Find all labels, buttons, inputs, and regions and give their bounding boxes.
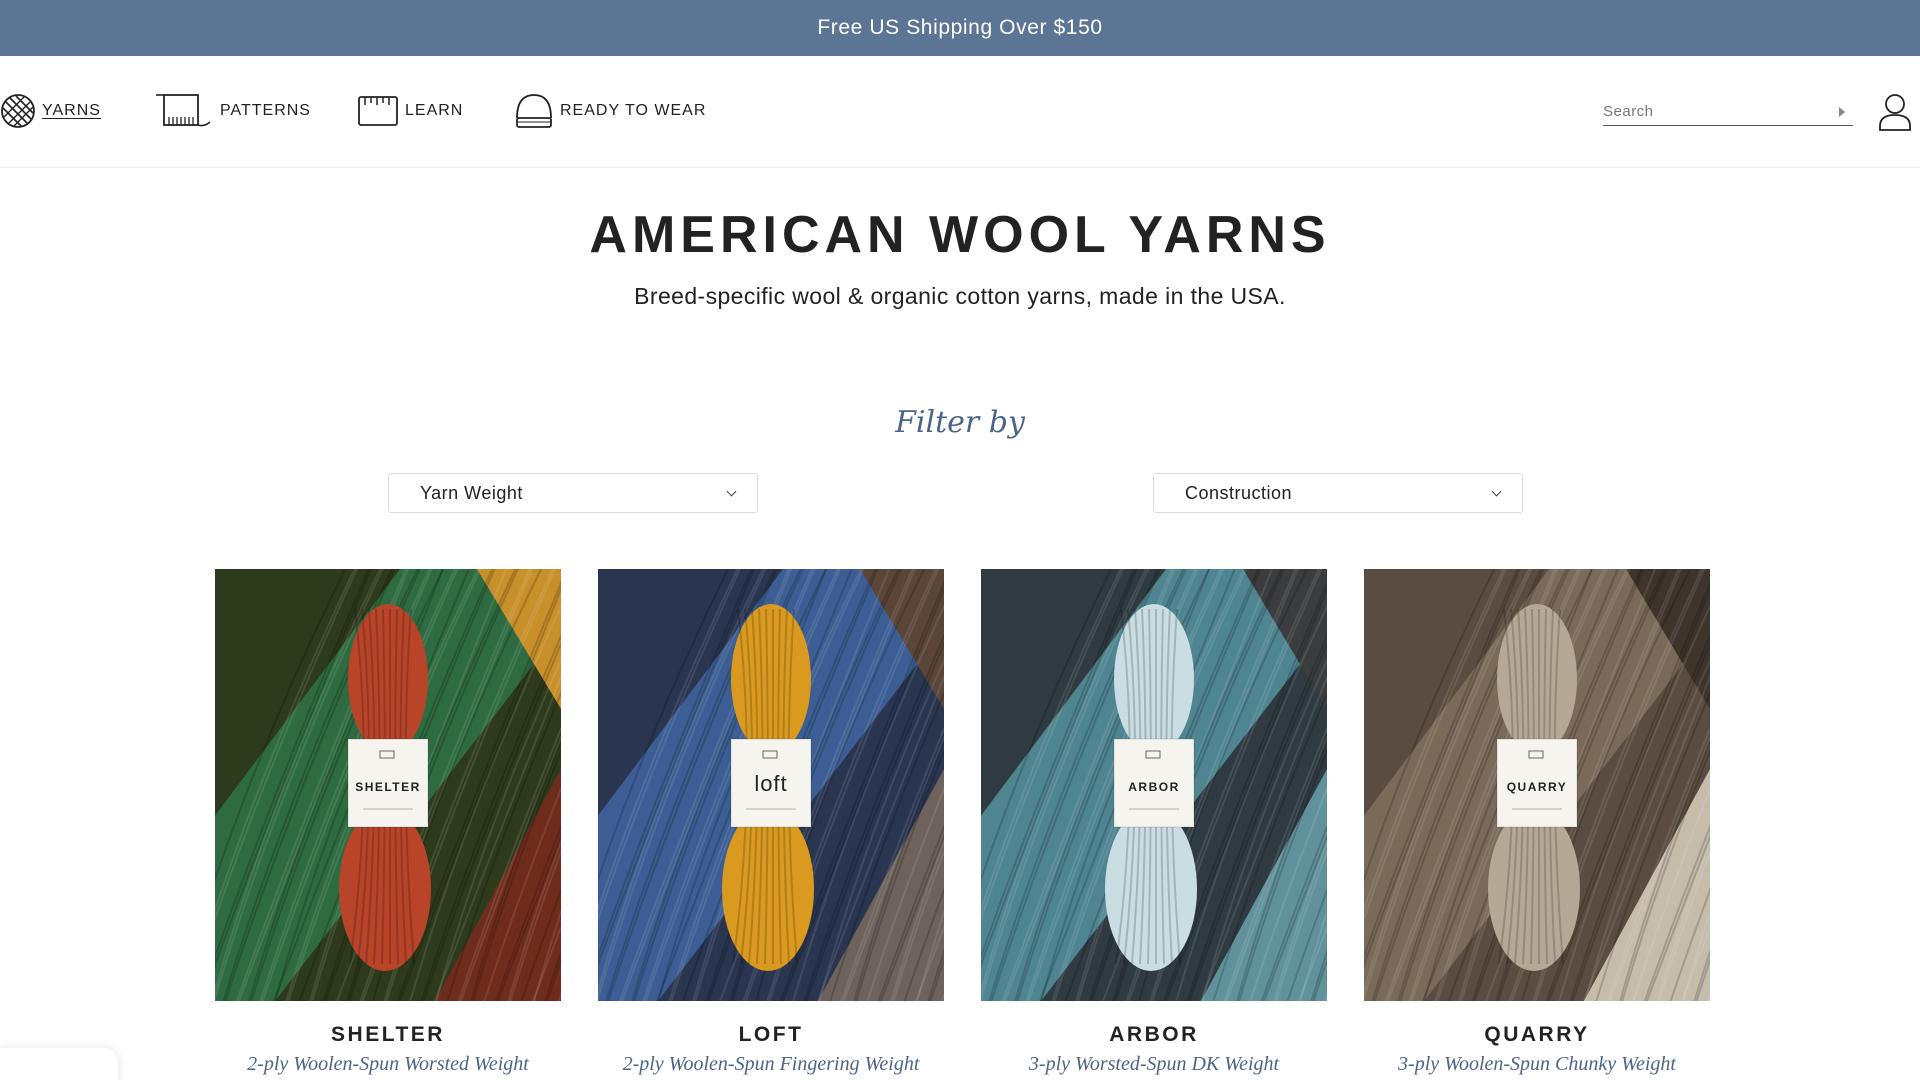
beanie-hat-icon (516, 94, 552, 128)
product-card-quarry[interactable]: QUARRY QUARRY 3-ply Woolen-Spun Chunky W… (1364, 569, 1710, 1076)
nav-label-patterns: PATTERNS (220, 102, 311, 119)
yarn-weight-select-label: Yarn Weight (420, 482, 523, 503)
product-card-arbor[interactable]: ARBOR ARBOR 3-ply Worsted-Spun DK Weight (981, 569, 1327, 1076)
construction-select-label: Construction (1185, 482, 1293, 503)
search-input[interactable] (1603, 103, 1828, 120)
product-name[interactable]: LOFT (598, 1023, 944, 1047)
product-description: 3-ply Woolen-Spun Chunky Weight (1398, 1053, 1676, 1075)
product-image-arbor[interactable]: ARBOR (981, 569, 1327, 1001)
svg-text:QUARRY: QUARRY (1507, 780, 1568, 794)
product-card-shelter[interactable]: SHELTER SHELTER 2-ply Woolen-Spun Worste… (215, 569, 561, 1076)
knitting-pattern-icon (156, 94, 211, 127)
search-field (1603, 98, 1853, 126)
product-description: 2-ply Woolen-Spun Worsted Weight (247, 1053, 529, 1075)
yarn-weight-select[interactable]: Yarn Weight (388, 473, 758, 513)
yarn-ball-icon (1, 94, 35, 128)
product-name[interactable]: ARBOR (981, 1023, 1327, 1047)
main-nav: YARNS PATTERNS LEARN READY TO WEAR (0, 56, 1920, 168)
nav-item-ready-to-wear[interactable]: READY TO WEAR (514, 56, 706, 166)
filter-heading: Filter by (895, 405, 1025, 440)
search-submit-icon[interactable] (1839, 107, 1845, 117)
svg-text:SHELTER: SHELTER (355, 780, 421, 794)
product-image-loft[interactable]: loft (598, 569, 944, 1001)
nav-item-yarns[interactable]: YARNS (0, 56, 101, 166)
product-description: 2-ply Woolen-Spun Fingering Weight (622, 1053, 920, 1075)
promo-text: Free US Shipping Over $150 (817, 16, 1103, 39)
chat-widget-tab[interactable] (0, 1048, 118, 1080)
chevron-down-icon (1491, 486, 1502, 497)
svg-text:ARBOR: ARBOR (1128, 780, 1180, 794)
construction-select[interactable]: Construction (1153, 473, 1523, 513)
nav-label-yarns: YARNS (42, 102, 101, 119)
product-description: 3-ply Worsted-Spun DK Weight (1028, 1053, 1280, 1075)
nav-item-learn[interactable]: LEARN (357, 56, 463, 166)
page-title: AMERICAN WOOL YARNS (589, 206, 1331, 264)
user-account-icon[interactable] (1878, 92, 1912, 137)
page-subtitle: Breed-specific wool & organic cotton yar… (634, 283, 1286, 309)
chevron-down-icon (726, 486, 737, 497)
nav-label-learn: LEARN (405, 102, 464, 119)
svg-text:loft: loft (754, 771, 787, 796)
nav-label-ready-to-wear: READY TO WEAR (560, 102, 707, 119)
product-name[interactable]: QUARRY (1364, 1023, 1710, 1047)
nav-item-patterns[interactable]: PATTERNS (154, 56, 311, 166)
ruler-icon (358, 96, 398, 126)
product-name[interactable]: SHELTER (215, 1023, 561, 1047)
product-image-quarry[interactable]: QUARRY (1364, 569, 1710, 1001)
promo-banner: Free US Shipping Over $150 (0, 0, 1920, 56)
product-card-loft[interactable]: loft LOFT 2-ply Woolen-Spun Fingering We… (598, 569, 944, 1076)
product-image-shelter[interactable]: SHELTER (215, 569, 561, 1001)
